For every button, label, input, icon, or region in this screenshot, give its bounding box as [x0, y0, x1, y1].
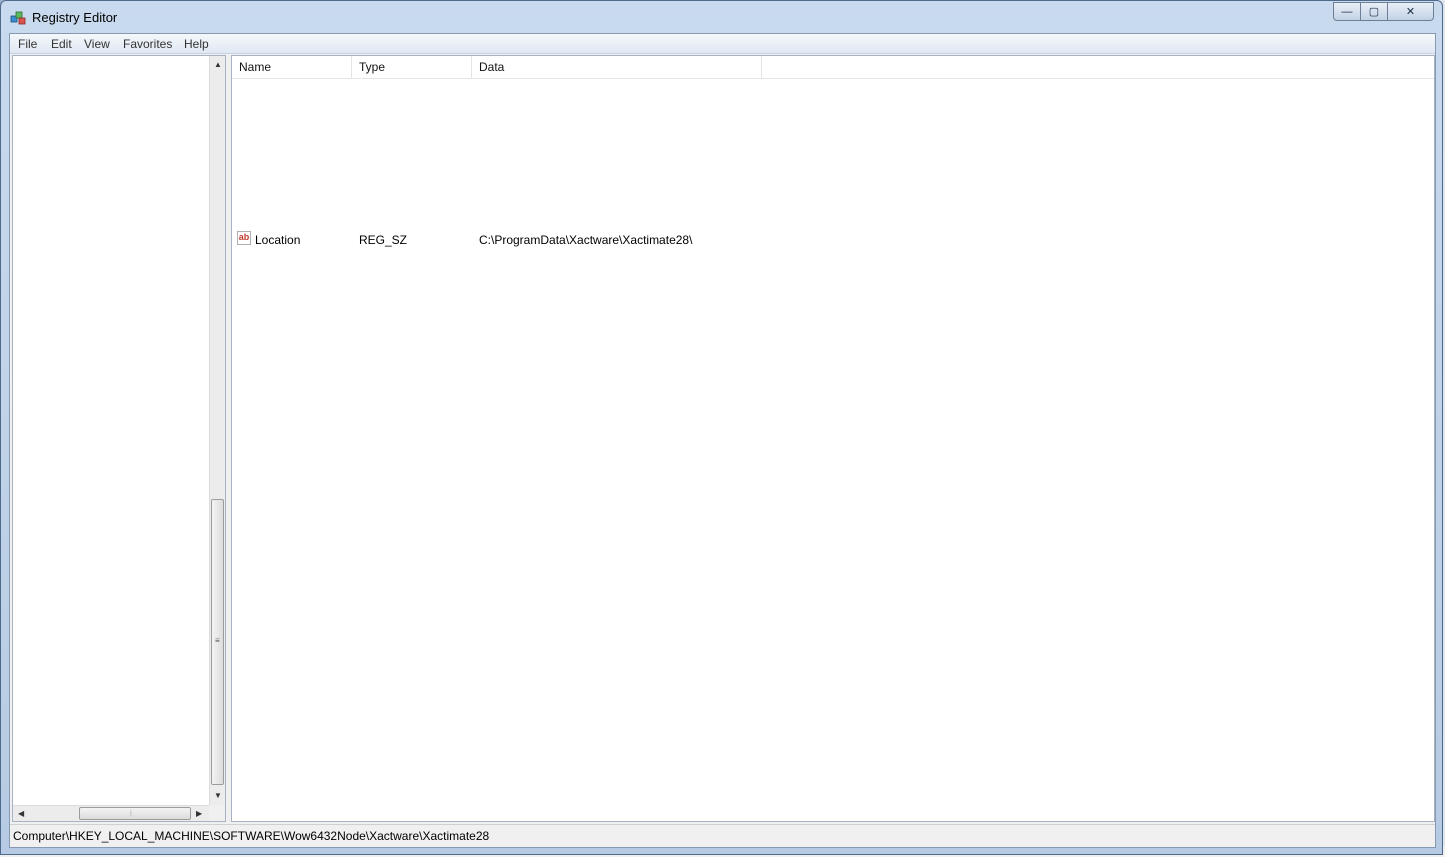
- client-area: File Edit View Favorites Help ▲ ≡ ▼ ◀ ⦙ …: [9, 33, 1436, 848]
- registry-editor-window: Registry Editor — ▢ ✕ File Edit View Fav…: [0, 0, 1443, 855]
- scrollbar-corner: [209, 805, 225, 821]
- minimize-icon: —: [1341, 5, 1353, 18]
- scroll-down-arrow-icon[interactable]: ▼: [214, 791, 222, 800]
- registry-editor-icon: [10, 11, 26, 25]
- menu-view[interactable]: View: [84, 37, 110, 51]
- window-title: Registry Editor: [32, 10, 118, 25]
- status-bar: Computer\HKEY_LOCAL_MACHINE\SOFTWARE\Wow…: [10, 824, 1435, 847]
- menu-edit[interactable]: Edit: [51, 37, 72, 51]
- tree-horizontal-scroll-thumb[interactable]: ⦙: [79, 807, 191, 820]
- column-header-data[interactable]: Data: [472, 56, 762, 78]
- menu-bar: File Edit View Favorites Help: [10, 34, 1435, 54]
- maximize-button[interactable]: ▢: [1360, 2, 1388, 21]
- column-header-type[interactable]: Type: [352, 56, 472, 78]
- menu-file[interactable]: File: [18, 37, 37, 51]
- close-icon: ✕: [1405, 6, 1416, 18]
- current-key-path: Computer\HKEY_LOCAL_MACHINE\SOFTWARE\Wow…: [13, 829, 490, 843]
- key-tree-pane[interactable]: ▲ ≡ ▼ ◀ ⦙ ▶: [12, 55, 226, 822]
- scroll-right-arrow-icon[interactable]: ▶: [196, 809, 202, 818]
- tree-vertical-scroll-thumb[interactable]: ≡: [211, 499, 224, 785]
- string-value-icon: ab: [237, 231, 251, 245]
- close-button[interactable]: ✕: [1387, 2, 1434, 21]
- menu-favorites[interactable]: Favorites: [123, 37, 172, 51]
- scroll-left-arrow-icon[interactable]: ◀: [18, 809, 24, 818]
- value-name: Location: [255, 233, 301, 247]
- values-list-pane[interactable]: Name Type Data ab Location REG_SZ C:\Pro…: [231, 55, 1435, 822]
- scroll-up-arrow-icon[interactable]: ▲: [214, 60, 222, 69]
- tree-vertical-scrollbar[interactable]: ▲ ≡ ▼: [209, 56, 225, 805]
- tree-horizontal-scrollbar[interactable]: ◀ ⦙ ▶: [13, 805, 209, 821]
- column-header-name[interactable]: Name: [232, 56, 352, 78]
- title-bar[interactable]: Registry Editor — ▢ ✕: [1, 1, 1442, 33]
- value-type: REG_SZ: [359, 233, 408, 247]
- value-data: C:\ProgramData\Xactware\Xactimate28\: [479, 233, 693, 247]
- grip-icon: ≡: [215, 636, 220, 645]
- grip-icon: ⦙: [130, 809, 132, 818]
- maximize-icon: ▢: [1368, 6, 1380, 18]
- column-header-row: Name Type Data: [232, 56, 1434, 79]
- minimize-button[interactable]: —: [1333, 2, 1361, 21]
- menu-help[interactable]: Help: [184, 37, 209, 51]
- value-row-location[interactable]: ab Location REG_SZ C:\ProgramData\Xactwa…: [232, 231, 1434, 249]
